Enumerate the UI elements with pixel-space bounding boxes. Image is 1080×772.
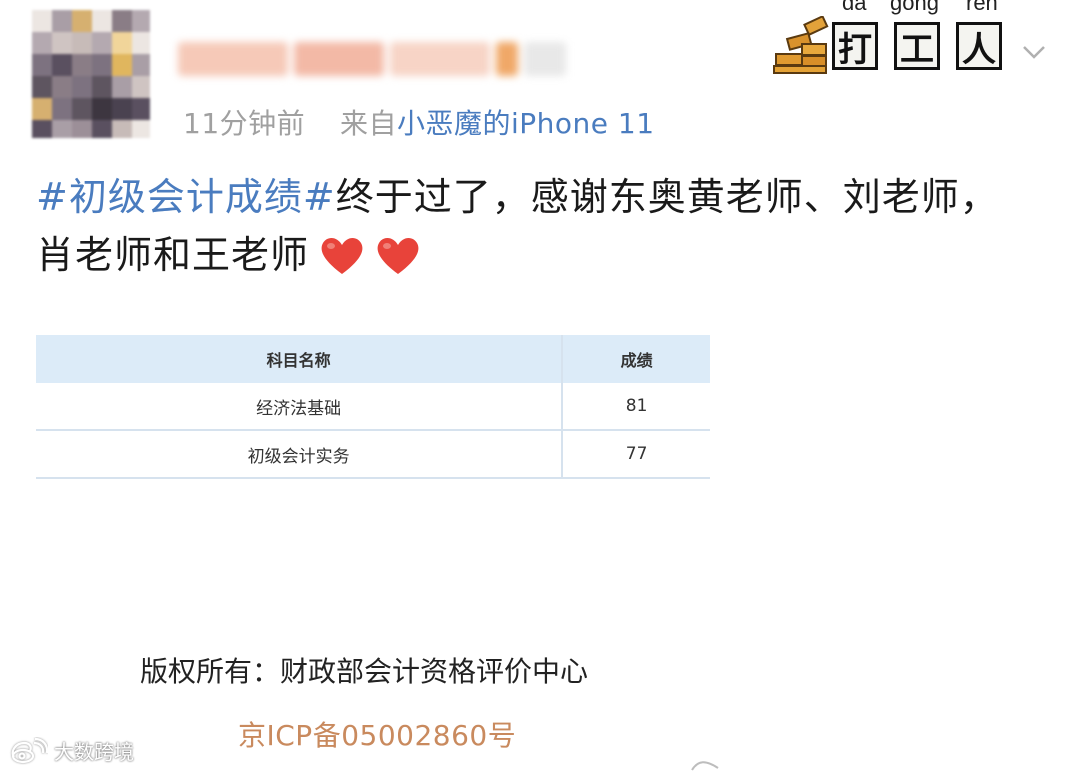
username-blurred[interactable]	[178, 38, 568, 80]
sticker-char-ren: 人	[956, 22, 1002, 70]
device-link[interactable]: 小恶魔的iPhone 11	[397, 107, 655, 140]
table-header-row: 科目名称 成绩	[36, 335, 710, 383]
brick-wall-icon	[773, 16, 829, 74]
corner-artifact-icon	[691, 761, 719, 771]
table-row: 经济法基础 81	[36, 383, 710, 431]
subject-cell: 经济法基础	[36, 383, 564, 431]
dagongren-sticker: da gong ren 打 工 人	[770, 0, 1050, 80]
sticker-char-gong: 工	[894, 22, 940, 70]
source-prefix: 来自	[339, 107, 397, 140]
pinyin-ren: ren	[966, 0, 998, 15]
chevron-down-icon[interactable]	[1020, 38, 1048, 66]
copyright-text: 版权所有：财政部会计资格评价中心	[140, 655, 589, 688]
post-time: 11分钟前	[183, 107, 306, 140]
score-cell: 77	[562, 430, 710, 479]
score-cell: 81	[562, 383, 710, 431]
watermark-text: 大数跨境	[54, 740, 134, 764]
score-table: 科目名称 成绩 经济法基础 81 初级会计实务 77	[36, 335, 710, 479]
sticker-char-da: 打	[832, 22, 878, 70]
weibo-logo-icon	[11, 737, 48, 763]
avatar[interactable]	[32, 10, 150, 138]
subject-cell: 初级会计实务	[36, 430, 564, 479]
icp-link[interactable]: 京ICP备05002860号	[238, 714, 516, 754]
heart-icon	[377, 237, 419, 274]
post-body: #初级会计成绩#终于过了，感谢东奥黄老师、刘老师，肖老师和王老师	[36, 168, 1036, 284]
hashtag-link[interactable]: #初级会计成绩#	[36, 175, 336, 219]
pinyin-da: da	[842, 0, 867, 15]
column-header-score: 成绩	[562, 335, 710, 383]
table-row: 初级会计实务 77	[36, 430, 710, 479]
watermark: 大数跨境	[8, 736, 134, 765]
heart-icon	[321, 237, 363, 274]
column-header-subject: 科目名称	[36, 335, 564, 383]
pinyin-gong: gong	[890, 0, 939, 15]
post-meta: 11分钟前 来自小恶魔的iPhone 11	[183, 102, 655, 142]
